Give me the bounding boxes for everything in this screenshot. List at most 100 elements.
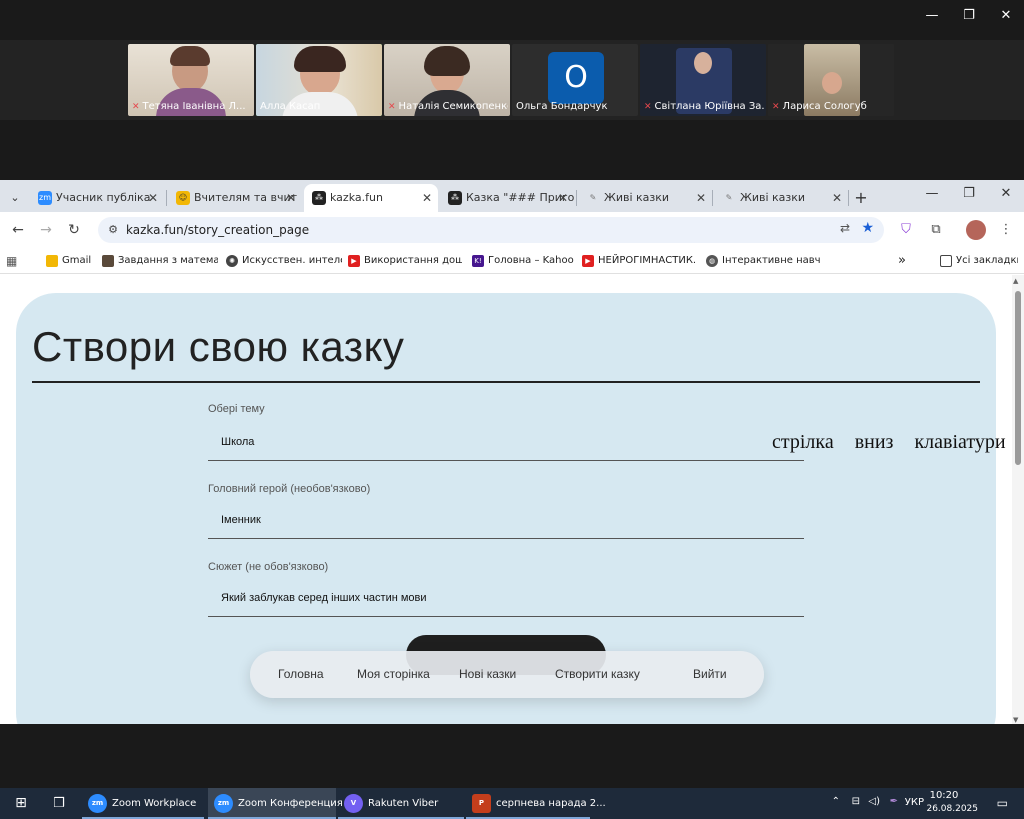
bookmark-youtube[interactable]: ▶Використання дош... <box>346 248 462 274</box>
taskbar-zoom-conference[interactable]: zm Zoom Конференция <box>208 788 343 819</box>
clock-date[interactable]: 26.08.2025 <box>926 804 978 814</box>
translate-icon[interactable]: ⇄ <box>840 221 850 235</box>
bookmark-gmail[interactable]: Gmail <box>44 248 100 274</box>
minimize-button[interactable]: — <box>918 6 946 26</box>
zoom-icon: zm <box>88 794 107 813</box>
participant-tile[interactable]: ✕ Тетяна Іванівна Л... <box>128 44 254 116</box>
bookmark-star-icon[interactable]: ★ <box>861 220 874 236</box>
ai-icon: ✺ <box>226 255 238 267</box>
bookmarks-bar: ▦ Gmail Завдання з матема... ✺ Искусствен… <box>0 248 1024 274</box>
topic-input[interactable] <box>208 423 804 461</box>
page-scrollbar[interactable]: ▲ ▼ <box>1012 275 1024 724</box>
magic-icon: ✎ <box>725 193 733 202</box>
volume-icon[interactable]: ◁) <box>868 796 880 807</box>
title-divider <box>32 381 980 383</box>
viber-icon: V <box>344 794 363 813</box>
bookmark-interactive[interactable]: ◍ Інтерактивне навч... <box>704 248 820 274</box>
windows-start-icon[interactable]: ⊞ <box>6 788 36 819</box>
topic-label: Обері тему <box>208 403 265 415</box>
participant-name: Тетяна Іванівна Л... <box>142 101 246 112</box>
kazka-icon: ⁂ <box>448 191 462 205</box>
participant-tile[interactable]: О Ольга Бондарчук <box>512 44 638 116</box>
mic-muted-icon: ✕ <box>772 102 780 112</box>
youtube-icon: ▶ <box>348 255 360 267</box>
zoom-shared-screen-margin <box>0 724 1024 788</box>
tab-teachers[interactable]: ☺ Вчителям та вчит ✕ <box>168 184 302 212</box>
mic-muted-icon: ✕ <box>388 102 396 112</box>
address-bar[interactable]: ⚙ kazka.fun/story_creation_page ⇄ ★ <box>98 217 884 243</box>
browser-restore-button[interactable]: ❐ <box>955 184 983 204</box>
bookmark-math-tasks[interactable]: Завдання з матема... <box>100 248 218 274</box>
close-tab-icon[interactable]: ✕ <box>422 184 432 212</box>
extensions-puzzle-icon[interactable]: ⧉ <box>926 220 946 240</box>
tab-search-button[interactable]: ⌄ <box>4 184 26 212</box>
scroll-down-icon[interactable]: ▼ <box>1013 716 1018 724</box>
youtube-icon: ▶ <box>582 255 594 267</box>
tab-kazka-fun[interactable]: ⁂ kazka.fun ✕ <box>304 184 438 212</box>
network-icon[interactable]: ⊟ <box>852 796 860 807</box>
url-text: kazka.fun/story_creation_page <box>126 223 310 237</box>
kahoot-icon: K! <box>472 255 484 267</box>
profile-avatar[interactable] <box>966 220 986 240</box>
magic-icon: ✎ <box>589 193 597 202</box>
taskbar-zoom-workplace[interactable]: zm Zoom Workplace <box>82 788 204 819</box>
clock-time[interactable]: 10:20 <box>922 790 966 801</box>
close-button[interactable]: ✕ <box>992 6 1020 26</box>
close-tab-icon[interactable]: ✕ <box>286 184 296 212</box>
tab-kazka-story[interactable]: ⁂ Казка "### Приго ✕ <box>440 184 574 212</box>
site-info-icon[interactable]: ⚙ <box>104 221 122 239</box>
participant-tile[interactable]: ✕ Лариса Сологуб <box>768 44 894 116</box>
plot-input[interactable] <box>208 579 804 617</box>
tab-zhyvi-kazky[interactable]: ✎ Живі казки ✕ <box>578 184 712 212</box>
browser-window: ⌄ zm Учасник публіка ✕ ☺ Вчителям та вчи… <box>0 180 1024 724</box>
hero-input[interactable] <box>208 501 804 539</box>
extension-shield-icon[interactable]: ⛉ <box>896 220 916 240</box>
close-tab-icon[interactable]: ✕ <box>696 184 706 212</box>
participant-tile[interactable]: ✕ Наталія Семикопенко <box>384 44 510 116</box>
nav-create-tale[interactable]: Створити казку <box>555 651 640 698</box>
more-bookmarks-icon[interactable]: » <box>898 248 918 274</box>
back-arrow-icon[interactable]: ← <box>8 220 28 240</box>
close-tab-icon[interactable]: ✕ <box>832 184 842 212</box>
pen-icon[interactable]: ✒ <box>890 796 898 807</box>
participant-name: Ольга Бондарчук <box>516 101 608 112</box>
kazka-icon: ⁂ <box>312 191 326 205</box>
nav-logout[interactable]: Вийти <box>693 651 727 698</box>
taskbar-powerpoint[interactable]: P серпнева нарада 2... <box>466 788 606 819</box>
new-tab-button[interactable]: + <box>850 184 872 212</box>
participant-tile-active[interactable]: Алла Касап <box>256 44 382 116</box>
browser-minimize-button[interactable]: — <box>918 184 946 204</box>
apps-grid-icon[interactable]: ▦ <box>6 248 26 274</box>
tab-strip: ⌄ zm Учасник публіка ✕ ☺ Вчителям та вчи… <box>0 180 1024 212</box>
page-title: Створи свою казку <box>32 323 405 370</box>
restore-button[interactable]: ❐ <box>955 6 983 26</box>
all-bookmarks[interactable]: Усі закладки <box>938 248 1018 274</box>
close-tab-icon[interactable]: ✕ <box>148 184 158 212</box>
bookmark-ai[interactable]: ✺Искусствен. интеле... <box>224 248 342 274</box>
chevron-up-icon[interactable]: ⌃ <box>832 796 840 807</box>
task-view-icon[interactable]: ❒ <box>44 788 74 819</box>
scrollbar-thumb[interactable] <box>1015 291 1021 465</box>
bookmark-neuro[interactable]: ▶ НЕЙРОГІМНАСТИК... <box>580 248 696 274</box>
nav-new-tales[interactable]: Нові казки <box>459 651 516 698</box>
scroll-up-icon[interactable]: ▲ <box>1013 277 1018 285</box>
nav-my-page[interactable]: Моя сторінка <box>357 651 430 698</box>
browser-close-button[interactable]: ✕ <box>992 184 1020 204</box>
forward-arrow-icon[interactable]: → <box>36 220 56 240</box>
participant-name: Алла Касап <box>260 101 321 112</box>
notifications-icon[interactable]: ▭ <box>997 796 1008 810</box>
reload-icon[interactable]: ↻ <box>64 220 84 240</box>
browser-menu-icon[interactable]: ⋮ <box>996 220 1016 240</box>
zoom-shared-screen-margin <box>0 120 1024 180</box>
participant-tile[interactable]: ✕ Світлана Юріївна За... <box>640 44 766 116</box>
taskbar-viber[interactable]: V Rakuten Viber <box>338 788 464 819</box>
mic-muted-icon: ✕ <box>132 102 140 112</box>
windows-taskbar: ⊞ ❒ zm Zoom Workplace zm Zoom Конференци… <box>0 788 1024 819</box>
close-tab-icon[interactable]: ✕ <box>558 184 568 212</box>
site-icon <box>102 255 114 267</box>
tab-participant[interactable]: zm Учасник публіка ✕ <box>30 184 164 212</box>
bookmark-kahoot[interactable]: K! Головна – Kahoot! <box>470 248 574 274</box>
nav-home[interactable]: Головна <box>278 651 324 698</box>
tab-zhyvi-kazky-2[interactable]: ✎ Живі казки ✕ <box>714 184 848 212</box>
folder-icon <box>46 255 58 267</box>
